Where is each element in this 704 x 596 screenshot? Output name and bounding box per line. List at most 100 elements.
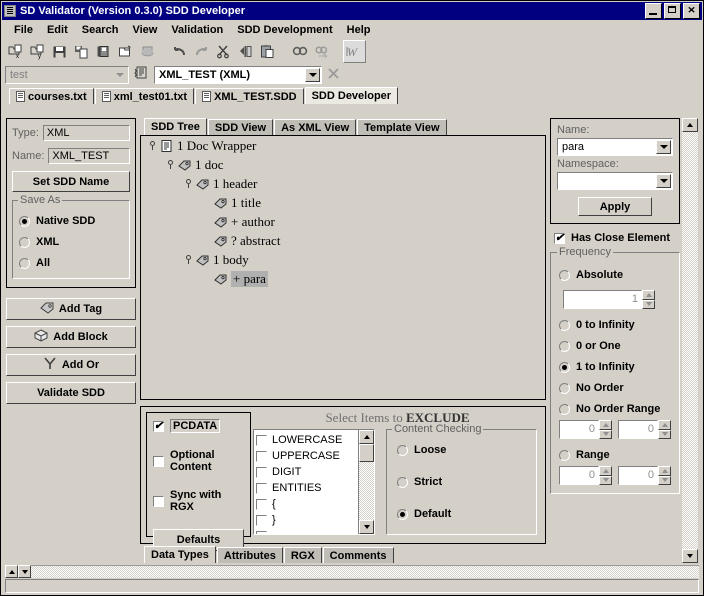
radio-all[interactable]: All	[19, 257, 123, 269]
scrollbar-track[interactable]	[682, 132, 698, 549]
find-icon[interactable]	[289, 41, 310, 62]
word-wrap-icon[interactable]: W	[343, 39, 366, 63]
sdd-combo-arrow[interactable]	[305, 68, 320, 82]
add-tag-button[interactable]: Add Tag	[6, 298, 136, 320]
menu-sdd-development[interactable]: SDD Development	[230, 23, 339, 37]
scroll-left-button[interactable]	[5, 565, 18, 578]
radio-native-sdd[interactable]: Native SDD	[19, 215, 123, 227]
save-as-icon[interactable]	[71, 41, 92, 62]
tab-template-view[interactable]: Template View	[357, 119, 447, 135]
spin-up-button[interactable]	[599, 466, 612, 476]
spin-down-button[interactable]	[599, 429, 612, 439]
menu-view[interactable]: View	[125, 23, 164, 37]
spin-up-button[interactable]	[658, 466, 671, 476]
apply-button[interactable]: Apply	[578, 197, 652, 216]
spin-down-button[interactable]	[658, 429, 671, 439]
checkbox-pcdata[interactable]: PCDATA	[153, 419, 244, 433]
scrollbar-thumb[interactable]	[359, 444, 374, 462]
tab-sdd-view[interactable]: SDD View	[207, 119, 274, 135]
sdd-tree[interactable]: 1 Doc Wrapper 1 doc 1 header 1 title + a…	[140, 135, 546, 400]
exclude-list-scrollbar[interactable]	[358, 430, 374, 534]
scroll-down-button[interactable]	[682, 549, 698, 563]
no-order-range-max-value[interactable]: 0	[618, 420, 658, 439]
spin-up-button[interactable]	[599, 420, 612, 430]
list-item[interactable]: ENTITIES	[256, 480, 358, 496]
no-order-range-max-spinner[interactable]: 0	[618, 420, 671, 439]
paste-icon[interactable]	[257, 41, 278, 62]
radio-xml[interactable]: XML	[19, 236, 123, 248]
menu-edit[interactable]: Edit	[40, 23, 75, 37]
find-next-icon[interactable]	[311, 41, 332, 62]
expand-handle-icon[interactable]	[165, 159, 176, 170]
checkbox-has-close-element[interactable]: Has Close Element	[554, 231, 680, 244]
scroll-right-button[interactable]	[18, 565, 31, 578]
right-panel-scrollbar[interactable]	[682, 118, 698, 563]
exclude-list[interactable]: LOWERCASE UPPERCASE DIGIT ENTITIES { } .	[253, 429, 375, 535]
list-item[interactable]: LOWERCASE	[256, 432, 358, 448]
no-order-range-min-spinner[interactable]: 0	[559, 420, 612, 439]
list-item[interactable]: .	[256, 528, 358, 534]
file-tab-xml-test-sdd[interactable]: XML_TEST.SDD	[195, 88, 304, 104]
radio-strict[interactable]: Strict	[397, 476, 526, 488]
tab-rgx[interactable]: RGX	[283, 547, 322, 563]
scroll-down-button[interactable]	[359, 520, 374, 534]
range-max-spinner[interactable]: 0	[618, 466, 671, 485]
open-sdd-icon[interactable]: y	[27, 41, 48, 62]
no-order-range-min-value[interactable]: 0	[559, 420, 599, 439]
absolute-spinner[interactable]: 1	[563, 290, 655, 309]
radio-1-to-infinity[interactable]: 1 to Infinity	[559, 361, 671, 373]
scrollbar-track[interactable]	[359, 462, 374, 520]
spin-up-button[interactable]	[658, 420, 671, 430]
tree-node[interactable]: 1 header	[141, 174, 545, 193]
radio-no-order[interactable]: No Order	[559, 382, 671, 394]
tree-node[interactable]: 1 doc	[141, 155, 545, 174]
list-item[interactable]: UPPERCASE	[256, 448, 358, 464]
validate-sdd-button[interactable]: Validate SDD	[6, 382, 136, 404]
menu-file[interactable]: File	[7, 23, 40, 37]
horizontal-scrollbar[interactable]	[5, 565, 699, 578]
namespace-arrow[interactable]	[656, 174, 671, 188]
undo-icon[interactable]	[169, 41, 190, 62]
tree-node[interactable]: 1 Doc Wrapper	[141, 136, 545, 155]
absolute-spin-buttons[interactable]	[642, 290, 655, 309]
tab-attributes[interactable]: Attributes	[216, 547, 283, 563]
radio-default[interactable]: Default	[397, 508, 526, 520]
checkbox-optional-content[interactable]: Optional Content	[153, 449, 244, 473]
element-name-arrow[interactable]	[656, 140, 671, 154]
spin-up-button[interactable]	[642, 290, 655, 300]
expand-handle-icon[interactable]	[183, 178, 194, 189]
range-min-spinner[interactable]: 0	[559, 466, 612, 485]
list-item[interactable]: DIGIT	[256, 464, 358, 480]
spin-down-button[interactable]	[658, 475, 671, 485]
list-item[interactable]: {	[256, 496, 358, 512]
radio-no-order-range[interactable]: No Order Range	[559, 403, 671, 415]
menu-search[interactable]: Search	[75, 23, 126, 37]
scrollbar-track[interactable]	[31, 565, 699, 578]
range-min-value[interactable]: 0	[559, 466, 599, 485]
project-combo[interactable]: test	[5, 66, 129, 84]
tab-as-xml-view[interactable]: As XML View	[274, 119, 357, 135]
tab-data-types[interactable]: Data Types	[144, 546, 216, 563]
add-or-button[interactable]: Add Or	[6, 354, 136, 376]
expand-handle-icon[interactable]	[147, 140, 158, 151]
close-button[interactable]: ✕	[683, 3, 700, 19]
redo-icon[interactable]	[191, 41, 212, 62]
spin-down-button[interactable]	[599, 475, 612, 485]
range-max-value[interactable]: 0	[618, 466, 658, 485]
tree-node-selected[interactable]: + para	[141, 269, 545, 288]
file-tab-sdd-developer[interactable]: SDD Developer	[304, 87, 399, 104]
radio-range[interactable]: Range	[559, 449, 671, 461]
radio-absolute[interactable]: Absolute	[559, 269, 671, 281]
spin-down-button[interactable]	[642, 299, 655, 309]
new-file-icon[interactable]	[115, 41, 136, 62]
scroll-up-button[interactable]	[359, 430, 374, 444]
open-xml-icon[interactable]: x	[5, 41, 26, 62]
tree-node[interactable]: 1 title	[141, 193, 545, 212]
tree-node[interactable]: 1 body	[141, 250, 545, 269]
radio-loose[interactable]: Loose	[397, 444, 526, 456]
expand-handle-icon[interactable]	[183, 254, 194, 265]
maximize-button[interactable]	[664, 3, 681, 19]
tree-node[interactable]: + author	[141, 212, 545, 231]
list-item[interactable]: }	[256, 512, 358, 528]
copy-icon[interactable]	[235, 41, 256, 62]
